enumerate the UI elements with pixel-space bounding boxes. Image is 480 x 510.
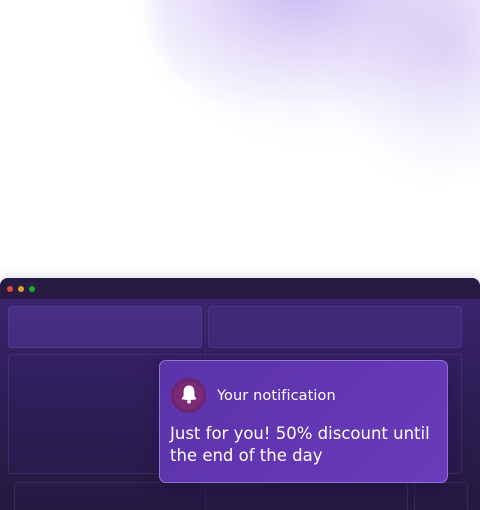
content-panel-top-left <box>8 306 202 348</box>
content-panel-bottom-left <box>14 482 408 510</box>
window-maximize-button[interactable] <box>29 285 35 292</box>
content-panel-top-right <box>208 306 462 348</box>
window-titlebar <box>0 278 480 299</box>
notification-icon-badge <box>171 378 206 413</box>
window-close-button[interactable] <box>7 285 13 292</box>
bell-icon <box>180 384 198 408</box>
notification-message: Just for you! 50% discount until the end… <box>170 424 430 465</box>
content-panel-bottom-right <box>414 482 468 510</box>
window-minimize-button[interactable] <box>18 285 24 292</box>
page: Your notification Just for you! 50% disc… <box>0 0 480 510</box>
notification-title: Your notification <box>217 387 336 404</box>
background-glow-secondary <box>330 0 480 180</box>
notification-toast[interactable]: Your notification Just for you! 50% disc… <box>159 360 448 483</box>
notification-header: Your notification <box>171 378 336 413</box>
